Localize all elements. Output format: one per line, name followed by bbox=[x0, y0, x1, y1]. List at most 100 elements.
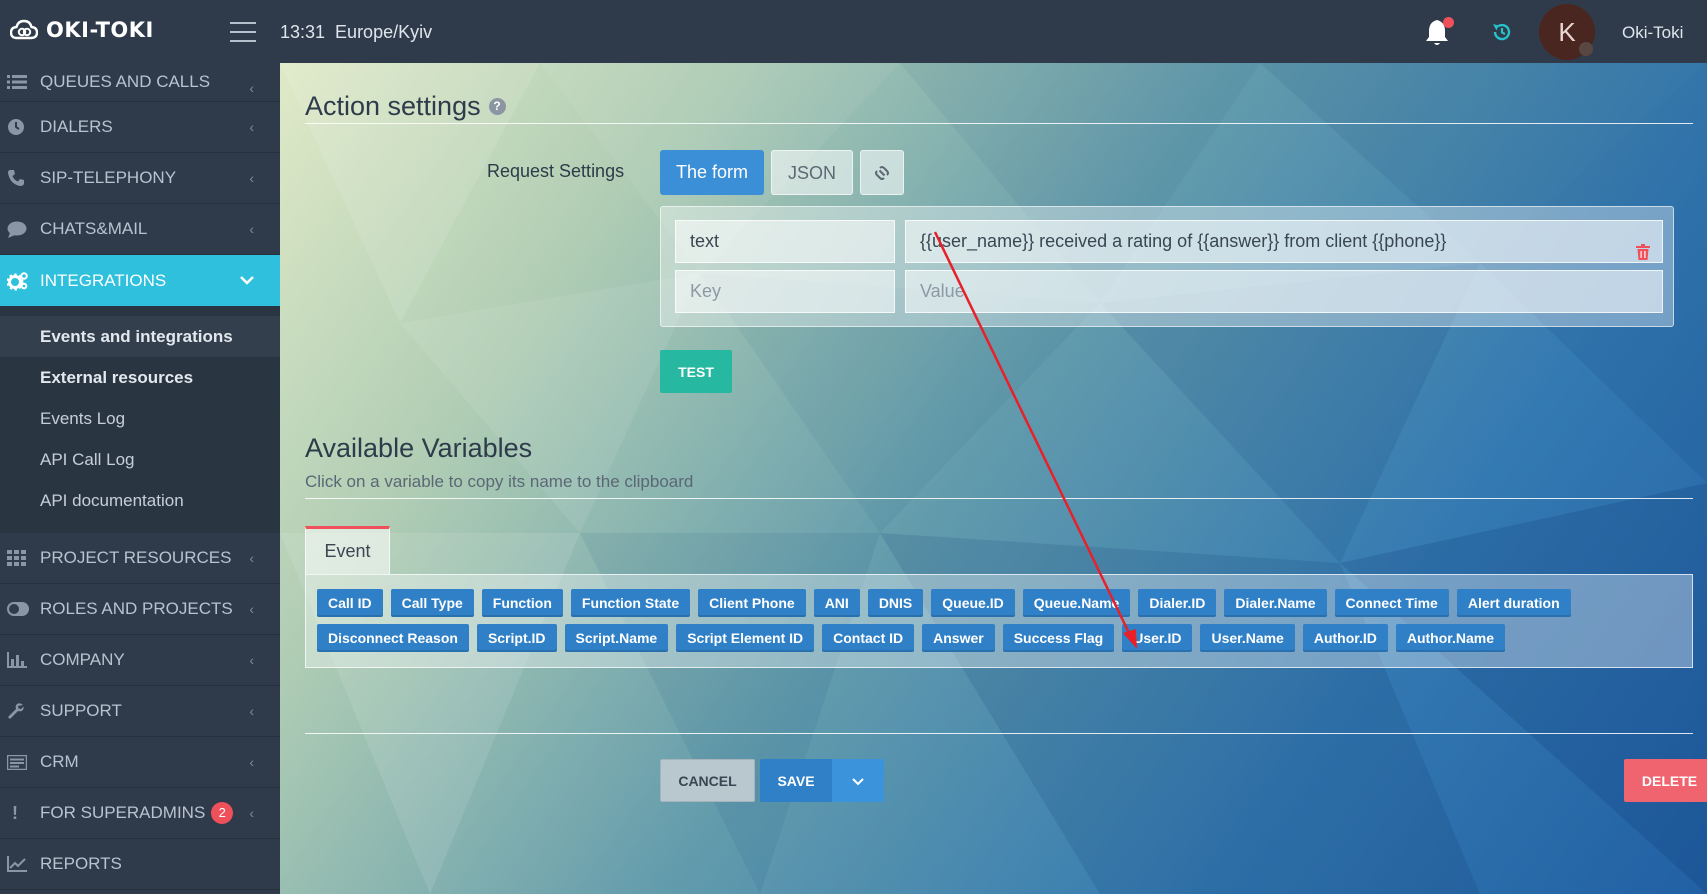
avatar[interactable]: K bbox=[1539, 4, 1595, 60]
chevron-left-icon: ‹ bbox=[249, 703, 254, 719]
logo[interactable]: OKI-TOKI bbox=[10, 18, 154, 42]
sidebar-item-for-superadmins[interactable]: ! FOR SUPERADMINS 2 ‹ bbox=[0, 788, 280, 839]
sidebar: QUEUES AND CALLS ‹ DIALERS ‹ SIP-TELEPHO… bbox=[0, 63, 280, 894]
variable-chip[interactable]: Contact ID bbox=[822, 624, 915, 652]
divider bbox=[305, 498, 1693, 499]
notifications-bell-icon[interactable] bbox=[1424, 17, 1454, 48]
tab-event[interactable]: Event bbox=[305, 526, 390, 574]
variable-chip[interactable]: Connect Time bbox=[1334, 589, 1449, 617]
request-mode-tabs: The form JSON bbox=[660, 150, 905, 195]
value-field[interactable]: {{user_name}} received a rating of {{ans… bbox=[905, 220, 1663, 263]
variables-subtitle: Click on a variable to copy its name to … bbox=[305, 472, 694, 491]
variable-chip[interactable]: Function bbox=[481, 589, 563, 617]
chevron-left-icon: ‹ bbox=[249, 601, 254, 617]
chevron-down-icon bbox=[240, 272, 254, 288]
sidebar-item-label: REPORTS bbox=[40, 854, 122, 873]
chevron-left-icon: ‹ bbox=[249, 550, 254, 566]
submenu-events-and-integrations[interactable]: Events and integrations bbox=[0, 316, 280, 357]
main-content: Action settings? Request Settings The fo… bbox=[280, 63, 1707, 894]
sidebar-item-label: SUPPORT bbox=[40, 701, 122, 720]
variable-chip[interactable]: Script Element ID bbox=[676, 624, 815, 652]
variable-chip[interactable]: Queue.ID bbox=[931, 589, 1015, 617]
submenu-events-log[interactable]: Events Log bbox=[0, 398, 280, 439]
key-field[interactable] bbox=[675, 220, 895, 263]
submenu-api-documentation[interactable]: API documentation bbox=[0, 480, 280, 521]
status-dot bbox=[1579, 42, 1593, 56]
chevron-left-icon: ‹ bbox=[249, 221, 254, 237]
help-icon[interactable]: ? bbox=[488, 98, 506, 115]
sidebar-item-label: FOR SUPERADMINS bbox=[40, 803, 206, 822]
save-button[interactable]: SAVE bbox=[760, 759, 832, 802]
save-dropdown-button[interactable] bbox=[832, 759, 884, 802]
submenu-api-call-log[interactable]: API Call Log bbox=[0, 439, 280, 480]
value-field-text: {{user_name}} received a rating of {{ans… bbox=[920, 231, 1447, 251]
submenu-external-resources[interactable]: External resources bbox=[0, 357, 280, 398]
chevron-left-icon: ‹ bbox=[249, 805, 254, 821]
sidebar-item-integrations[interactable]: INTEGRATIONS bbox=[0, 255, 280, 306]
chevron-left-icon: ‹ bbox=[249, 170, 254, 186]
variable-chip[interactable]: Alert duration bbox=[1456, 589, 1571, 617]
sidebar-item-dialers[interactable]: DIALERS ‹ bbox=[0, 102, 280, 153]
variable-chip[interactable]: Call Type bbox=[390, 589, 474, 617]
toggle-icon bbox=[0, 602, 40, 616]
sidebar-item-queues-and-calls[interactable]: QUEUES AND CALLS ‹ bbox=[0, 63, 280, 102]
wrench-icon bbox=[0, 702, 40, 720]
tab-the-form[interactable]: The form bbox=[660, 150, 765, 195]
sidebar-item-support[interactable]: SUPPORT ‹ bbox=[0, 686, 280, 737]
delete-button[interactable]: DELETE bbox=[1624, 759, 1707, 802]
variable-chip[interactable]: Call ID bbox=[317, 589, 383, 617]
sidebar-item-roles-and-projects[interactable]: ROLES AND PROJECTS ‹ bbox=[0, 584, 280, 635]
variable-chips: Call ID Call Type Function Function State Cl… bbox=[317, 589, 1682, 652]
clock-icon bbox=[0, 118, 40, 136]
sidebar-item-project-resources[interactable]: PROJECT RESOURCES ‹ bbox=[0, 533, 280, 584]
sidebar-item-crm[interactable]: CRM ‹ bbox=[0, 737, 280, 788]
history-icon[interactable] bbox=[1490, 20, 1514, 44]
variable-chip[interactable]: User.Name bbox=[1200, 624, 1295, 652]
sidebar-item-label: SIP-TELEPHONY bbox=[40, 168, 177, 187]
variable-chip[interactable]: Author.ID bbox=[1302, 624, 1388, 652]
cancel-button[interactable]: CANCEL bbox=[660, 759, 755, 802]
variable-chip[interactable]: Answer bbox=[922, 624, 995, 652]
sidebar-item-label: ROLES AND PROJECTS bbox=[40, 599, 233, 618]
logo-text: OKI-TOKI bbox=[46, 18, 154, 42]
variable-chip[interactable]: Disconnect Reason bbox=[317, 624, 469, 652]
tab-json[interactable]: JSON bbox=[771, 150, 854, 195]
menu-toggle-icon[interactable] bbox=[230, 22, 256, 42]
variable-chip[interactable]: Queue.Name bbox=[1022, 589, 1131, 617]
variable-chip[interactable]: User.ID bbox=[1122, 624, 1193, 652]
sidebar-item-label: INTEGRATIONS bbox=[40, 270, 167, 290]
sidebar-item-company[interactable]: COMPANY ‹ bbox=[0, 635, 280, 686]
variable-chip[interactable]: DNIS bbox=[867, 589, 924, 617]
grid-icon bbox=[0, 550, 40, 566]
variables-panel: Call ID Call Type Function Function State Cl… bbox=[305, 574, 1693, 668]
variable-chip[interactable]: Script.ID bbox=[476, 624, 557, 652]
variable-chip[interactable]: Script.Name bbox=[564, 624, 669, 652]
variable-chip[interactable]: ANI bbox=[813, 589, 860, 617]
variables-title: Available Variables bbox=[305, 433, 533, 463]
variable-chip[interactable]: Author.Name bbox=[1395, 624, 1505, 652]
sidebar-item-label: CHATS&MAIL bbox=[40, 219, 148, 238]
timezone: Europe/Kyiv bbox=[335, 22, 433, 42]
chevron-left-icon: ‹ bbox=[249, 652, 254, 668]
sidebar-item-sip-telephony[interactable]: SIP-TELEPHONY ‹ bbox=[0, 153, 280, 204]
top-bar: OKI-TOKI 13:31 Europe/Kyiv K Oki-Toki bbox=[0, 0, 1707, 63]
chat-icon bbox=[0, 221, 40, 238]
sidebar-item-chats-mail[interactable]: CHATS&MAIL ‹ bbox=[0, 204, 280, 255]
count-badge: 2 bbox=[211, 802, 234, 824]
variable-chip[interactable]: Function State bbox=[570, 589, 691, 617]
gears-icon bbox=[0, 271, 40, 291]
new-value-input[interactable] bbox=[905, 270, 1663, 313]
sidebar-item-reports[interactable]: REPORTS bbox=[0, 839, 280, 890]
variable-chip[interactable]: Dialer.ID bbox=[1138, 589, 1217, 617]
variable-chip[interactable]: Client Phone bbox=[698, 589, 806, 617]
test-button[interactable]: TEST bbox=[660, 350, 732, 393]
variable-chip[interactable]: Success Flag bbox=[1002, 624, 1115, 652]
trash-icon[interactable] bbox=[1636, 234, 1650, 260]
variable-chip[interactable]: Dialer.Name bbox=[1224, 589, 1327, 617]
username[interactable]: Oki-Toki bbox=[1622, 23, 1683, 43]
new-key-input[interactable] bbox=[675, 270, 895, 313]
link-icon[interactable] bbox=[860, 150, 905, 195]
chevron-left-icon: ‹ bbox=[249, 754, 254, 770]
sidebar-item-label: QUEUES AND CALLS bbox=[40, 72, 211, 91]
key-value-editor: {{user_name}} received a rating of {{ans… bbox=[660, 206, 1674, 327]
